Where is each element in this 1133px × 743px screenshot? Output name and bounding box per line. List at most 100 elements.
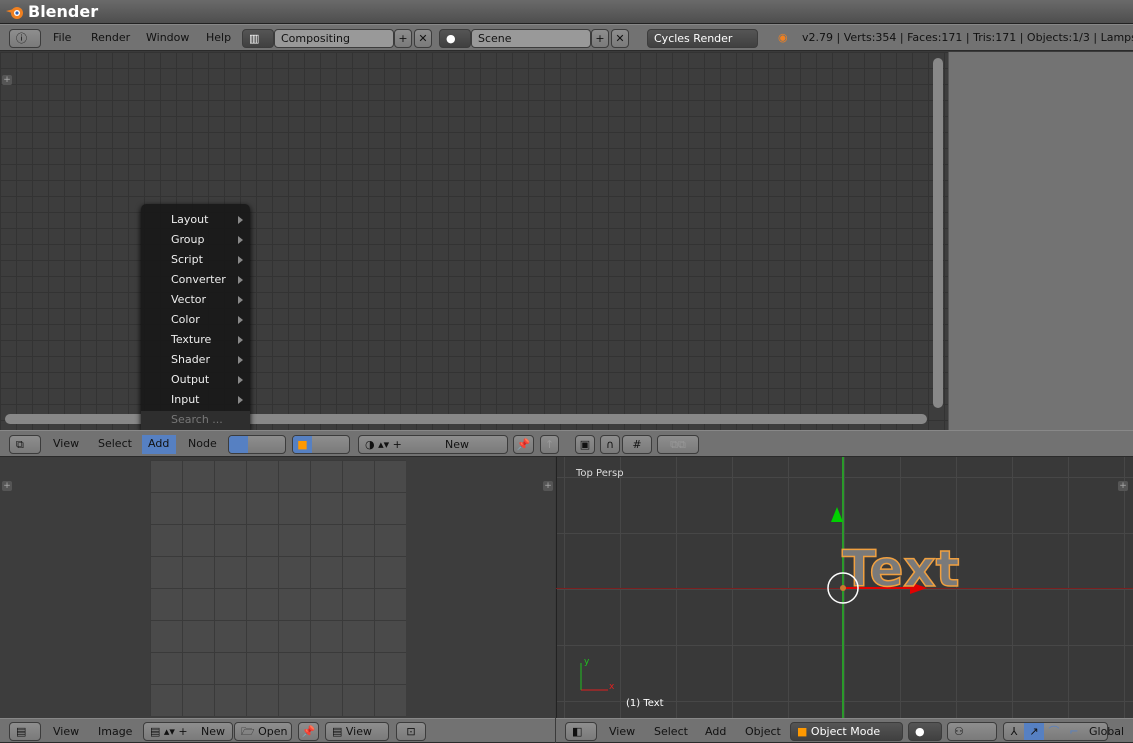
add-layout-plus-icon[interactable]: +	[394, 29, 412, 48]
backdrop-icon[interactable]: ▣	[575, 435, 595, 454]
material-icon: ◑ ▴▾ +	[365, 438, 402, 451]
editor-type-3d-button[interactable]: ◧	[565, 722, 597, 741]
blender-logo-icon	[6, 7, 23, 19]
submenu-arrow-icon	[238, 256, 243, 264]
open-label: Open	[258, 725, 288, 738]
object-cube-icon: ■	[293, 436, 312, 453]
menu-add[interactable]: Add	[148, 437, 169, 450]
shader-nodes-icon[interactable]	[229, 436, 248, 453]
scene-stats: v2.79 | Verts:354 | Faces:171 | Tris:171…	[802, 31, 1133, 44]
menu-file[interactable]: File	[53, 31, 71, 44]
image-new-button[interactable]: ▤ ▴▾ + New	[143, 722, 233, 741]
menu-window[interactable]: Window	[146, 31, 189, 44]
search-placeholder: Search ...	[171, 413, 223, 426]
submenu-arrow-icon	[238, 216, 243, 224]
image-open-button[interactable]: 🗁 Open	[234, 722, 292, 741]
image-grid	[150, 460, 406, 716]
submenu-arrow-icon	[238, 356, 243, 364]
node-editor-header: ⧉ View Select Add Node ■ ◑ ▴▾ + New 📌 ↑ ▣…	[0, 430, 1133, 457]
pivot-icon[interactable]: ⊡	[396, 722, 426, 741]
scale-icon[interactable]: ⌐	[1064, 723, 1084, 740]
menu-item-shader[interactable]: Shader	[171, 353, 210, 366]
properties-region	[948, 52, 1133, 430]
new-label: New	[445, 438, 469, 451]
menu-item-texture[interactable]: Texture	[171, 333, 211, 346]
region-expand-icon[interactable]: +	[2, 481, 12, 491]
node-tree-type-toggle[interactable]	[228, 435, 286, 454]
pin-icon[interactable]: 📌	[513, 435, 534, 454]
menu-item-input[interactable]: Input	[171, 393, 199, 406]
editor-type-info-button[interactable]: ⓘ ▴▾	[9, 29, 41, 62]
menu-item-converter[interactable]: Converter	[171, 273, 226, 286]
submenu-arrow-icon	[238, 336, 243, 344]
search-input[interactable]: Search ...	[141, 411, 250, 431]
text-object-mesh[interactable]: Text	[841, 539, 960, 599]
rotate-icon[interactable]: ⌒	[1044, 723, 1064, 740]
menu-node[interactable]: Node	[188, 437, 217, 450]
menu-item-vector[interactable]: Vector	[171, 293, 206, 306]
3d-view-header: ◧ View Select Add Object ■ Object Mode ●…	[556, 718, 1133, 743]
window-title: Blender	[28, 2, 99, 21]
region-expand-icon[interactable]: +	[1118, 481, 1128, 491]
pivot-point-dropdown[interactable]: ⚇	[947, 722, 997, 741]
menu-image[interactable]: Image	[98, 725, 132, 738]
text-object: Text	[827, 507, 960, 604]
translate-icon[interactable]: ↗	[1024, 723, 1044, 740]
material-new-button[interactable]: ◑ ▴▾ + New	[358, 435, 508, 454]
menu-select[interactable]: Select	[98, 437, 132, 450]
render-engine-dropdown[interactable]: Cycles Render	[647, 29, 758, 48]
blender-stats-icon: ◉	[778, 31, 788, 44]
shader-type-toggle[interactable]: ■	[292, 435, 350, 454]
delete-scene-x-icon[interactable]: ✕	[611, 29, 629, 48]
menu-item-output[interactable]: Output	[171, 373, 209, 386]
menu-view[interactable]: View	[53, 437, 79, 450]
mode-label: Object Mode	[810, 725, 881, 738]
editor-type-image-button[interactable]: ▤	[9, 722, 41, 741]
folder-icon: 🗁	[241, 725, 255, 738]
menu-object[interactable]: Object	[745, 725, 781, 738]
submenu-arrow-icon	[238, 376, 243, 384]
menu-help[interactable]: Help	[206, 31, 231, 44]
snap-magnet-icon[interactable]: ∩	[600, 435, 620, 454]
axis-x-label: x	[609, 682, 615, 692]
object-info-label: (1) Text	[626, 698, 664, 709]
axis-gizmo-icon: y x	[580, 657, 615, 692]
new-label: New	[201, 725, 225, 738]
view-label: Top Persp	[576, 468, 624, 479]
menu-render[interactable]: Render	[91, 31, 130, 44]
object-origin	[840, 585, 846, 591]
snap-element-dropdown[interactable]: #	[622, 435, 652, 454]
render-engine-label: Cycles Render	[654, 32, 733, 45]
menu-item-layout[interactable]: Layout	[171, 213, 208, 226]
menu-item-color[interactable]: Color	[171, 313, 200, 326]
copy-paste-icon[interactable]: ⧉⧉	[657, 435, 699, 454]
view-mode-dropdown[interactable]: ▤ View	[325, 722, 389, 741]
screen-layout-icon[interactable]: ▥	[242, 29, 274, 48]
region-expand-icon[interactable]: +	[2, 75, 12, 85]
axis-y-label: y	[584, 657, 590, 667]
add-menu-popup: Layout Group Script Converter Vector Col…	[141, 204, 250, 432]
menu-add[interactable]: Add	[705, 725, 726, 738]
viewport-shading-dropdown[interactable]: ●	[908, 722, 942, 741]
object-mode-dropdown[interactable]: ■ Object Mode	[790, 722, 903, 741]
manipulator-icon[interactable]: ⅄	[1004, 723, 1024, 740]
menu-item-script[interactable]: Script	[171, 253, 203, 266]
add-scene-plus-icon[interactable]: +	[591, 29, 609, 48]
menu-view[interactable]: View	[609, 725, 635, 738]
image-editor-header: ▤ View Image ▤ ▴▾ + New 🗁 Open 📌 ▤ View …	[0, 718, 555, 743]
scene-icon[interactable]: ●	[439, 29, 471, 48]
pin-icon[interactable]: 📌	[298, 722, 319, 741]
transform-orientation-dropdown[interactable]: Global	[1089, 725, 1124, 738]
parent-tree-icon[interactable]: ↑	[540, 435, 559, 454]
menu-select[interactable]: Select	[654, 725, 688, 738]
submenu-arrow-icon	[238, 296, 243, 304]
editor-type-node-button[interactable]: ⧉	[9, 435, 41, 454]
info-header: ⓘ ▴▾ File Render Window Help ▥ Compositi…	[0, 24, 1133, 62]
menu-item-group[interactable]: Group	[171, 233, 205, 246]
scene-field[interactable]: Scene	[471, 29, 591, 48]
region-expand-icon[interactable]: +	[543, 481, 553, 491]
screen-layout-field[interactable]: Compositing	[274, 29, 394, 48]
menu-view[interactable]: View	[53, 725, 79, 738]
vertical-scrollbar[interactable]	[933, 58, 943, 408]
delete-layout-x-icon[interactable]: ✕	[414, 29, 432, 48]
